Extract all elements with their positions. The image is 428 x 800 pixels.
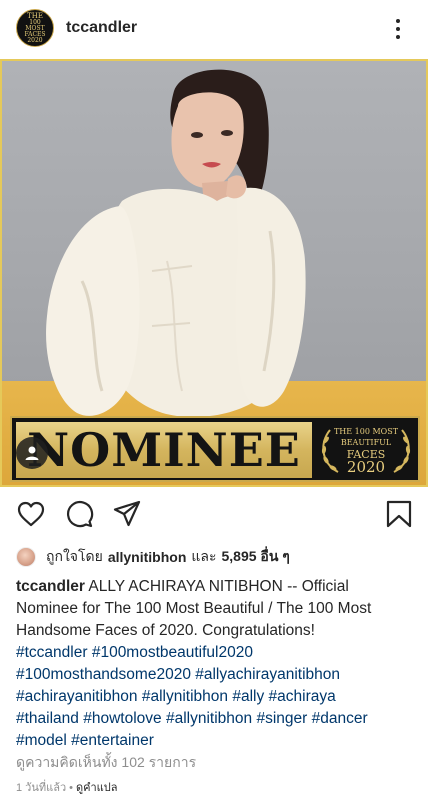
post-caption: tccandler ALLY ACHIRAYA NITIBHON -- Offi…: [16, 576, 416, 752]
comment-bubble-icon[interactable]: [64, 499, 94, 529]
nominee-banner: NOMINEE THE 100 MOST BEAUTIFUL FACES 2020: [10, 416, 420, 482]
caption-line: Nominee for The 100 Most Beautiful / The…: [16, 600, 372, 617]
likes-and: และ: [191, 548, 217, 564]
hashtag-link[interactable]: #allynitibhon: [166, 710, 252, 727]
hashtag-line: #tccandler #100mostbeautiful2020: [16, 642, 416, 664]
post-username[interactable]: tccandler: [66, 19, 137, 37]
hashtag-link[interactable]: #achirayanitibhon: [16, 688, 138, 705]
nominee-text: NOMINEE: [27, 423, 301, 477]
avatar-year: 2020: [27, 36, 43, 44]
hashtag-link[interactable]: #allyachirayanitibhon: [195, 666, 340, 683]
faces-badge: THE 100 MOST BEAUTIFUL FACES 2020: [316, 420, 416, 478]
post-actions: [0, 490, 428, 536]
more-vertical-icon[interactable]: [388, 16, 408, 42]
likes-prefix: ถูกใจโดย: [46, 548, 103, 564]
hashtag-link[interactable]: #singer: [256, 710, 307, 727]
hashtag-line: #100mosthandsome2020 #allyachirayanitibh…: [16, 664, 416, 686]
hashtag-link[interactable]: #achiraya: [269, 688, 336, 705]
paper-plane-icon[interactable]: [112, 499, 142, 529]
liker-avatar[interactable]: [16, 547, 36, 567]
profile-avatar[interactable]: THE 100 MOST FACES 2020: [16, 9, 54, 47]
likes-summary[interactable]: ถูกใจโดย allynitibhon และ 5,895 อื่น ๆ: [16, 545, 290, 569]
hashtag-link[interactable]: #100mosthandsome2020: [16, 666, 191, 683]
badge-year-value: 2020: [346, 458, 386, 476]
caption-line: tccandler ALLY ACHIRAYA NITIBHON -- Offi…: [16, 576, 416, 598]
post-timestamp: 1 วันที่แล้ว: [16, 782, 67, 794]
view-all-comments-link[interactable]: ดูความคิดเห็นทั้ง 102 รายการ: [16, 752, 196, 774]
hashtag-line: #achirayanitibhon #allynitibhon #ally #a…: [16, 686, 416, 708]
badge-line-1: THE 100 MOST: [333, 427, 399, 436]
caption-line: Handsome Faces of 2020. Congratulations!: [16, 622, 315, 639]
badge-year: FACES 2020: [316, 449, 416, 476]
hashtag-link[interactable]: #100mostbeautiful2020: [92, 644, 253, 661]
hashtag-link[interactable]: #model: [16, 732, 67, 749]
likes-count[interactable]: 5,895 อื่น ๆ: [222, 546, 290, 568]
post-meta: 1 วันที่แล้ว • ดูคำแปล: [16, 778, 118, 796]
user-tag-icon[interactable]: [16, 437, 48, 469]
post-header: THE 100 MOST FACES 2020 tccandler: [0, 0, 428, 58]
hashtag-link[interactable]: #tccandler: [16, 644, 88, 661]
meta-separator: •: [69, 782, 73, 794]
heart-outline-icon[interactable]: [16, 499, 46, 529]
caption-text: ALLY ACHIRAYA NITIBHON -- Official: [84, 578, 349, 595]
hashtag-link[interactable]: #ally: [232, 688, 264, 705]
liker-username[interactable]: allynitibhon: [108, 549, 187, 565]
hashtag-line: #thailand #howtolove #allynitibhon #sing…: [16, 708, 416, 730]
post-image[interactable]: NOMINEE THE 100 MOST BEAUTIFUL FACES 2020: [0, 59, 428, 487]
caption-username[interactable]: tccandler: [16, 578, 85, 595]
hashtag-link[interactable]: #thailand: [16, 710, 79, 727]
bookmark-icon[interactable]: [384, 499, 414, 529]
hashtag-line: #model #entertainer: [16, 730, 416, 752]
see-translation-link[interactable]: ดูคำแปล: [76, 782, 118, 794]
badge-line-2: BEAUTIFUL: [340, 438, 392, 447]
hashtag-link[interactable]: #entertainer: [71, 732, 154, 749]
hashtag-link[interactable]: #allynitibhon: [142, 688, 228, 705]
hashtag-link[interactable]: #dancer: [312, 710, 368, 727]
hashtag-link[interactable]: #howtolove: [83, 710, 161, 727]
